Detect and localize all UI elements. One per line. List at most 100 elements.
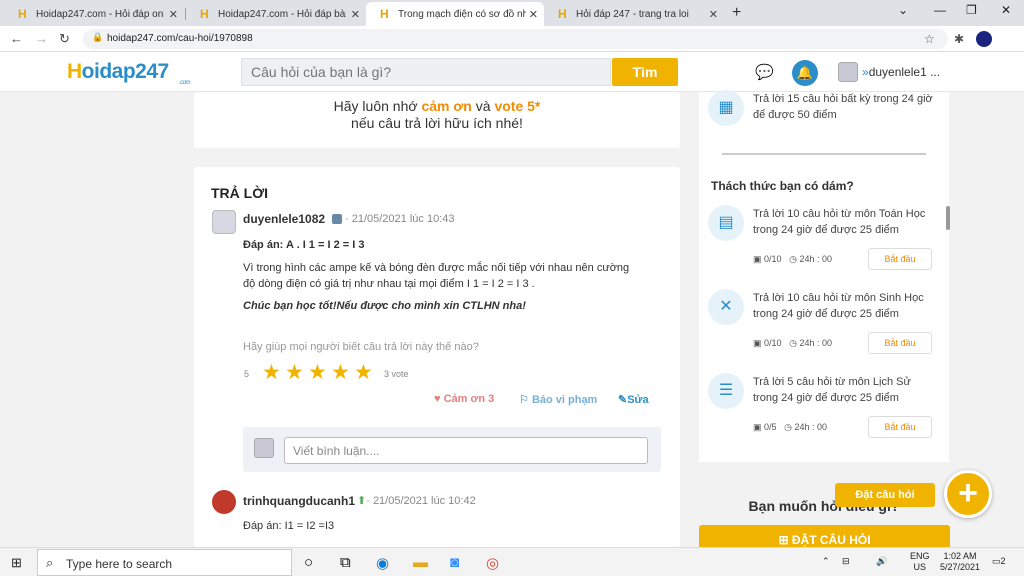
commenter-avatar — [254, 438, 274, 458]
answer-result: Đáp án: A . I 1 = I 2 = I 3 — [243, 239, 365, 251]
challenge-progress: ▣ 0/10 ◷ 24h : 00 — [753, 254, 832, 264]
address-toolbar: ← → ↻ 🔒 hoidap247.com/cau-hoi/1970898 ☆ … — [0, 26, 1024, 52]
answer-body-line-1: Vì trong hình các ampe kế và bóng đèn đư… — [243, 262, 630, 274]
chrome-icon[interactable]: ◎ — [486, 554, 499, 572]
back-icon[interactable]: ← — [10, 31, 23, 46]
profile-avatar[interactable] — [976, 31, 992, 47]
answer-body-line-2: độ dòng điện có giá trị như nhau tại mọi… — [243, 278, 535, 290]
notification-center-icon[interactable]: ▭2 — [992, 556, 1006, 567]
clipboard-icon: ▣ — [753, 338, 762, 348]
thanks-button[interactable]: ♥ Cảm ơn 3 — [434, 393, 494, 405]
star-icon[interactable]: ★ — [285, 362, 308, 384]
star-icon[interactable]: ★ — [308, 362, 331, 384]
rank-badge-icon: ⬆ — [357, 495, 367, 507]
start-challenge-button[interactable]: Bắt đầu — [868, 332, 932, 354]
star-icon[interactable]: ★ — [354, 362, 377, 384]
reminder-line-2: nếu câu trả lời hữu ích nhé! — [351, 115, 523, 131]
notification-bell-icon[interactable]: 🔔 — [792, 60, 818, 86]
clock-icon: ◷ — [789, 254, 797, 264]
search-icon: ⌕ — [46, 555, 54, 570]
dna-icon: ✕ — [708, 289, 744, 325]
file-explorer-icon[interactable]: ▬ — [413, 554, 428, 571]
float-add-button-icon[interactable]: + — [944, 470, 992, 518]
zoom-icon[interactable]: ◙ — [450, 554, 459, 571]
answer2-author-avatar[interactable] — [212, 490, 236, 514]
site-favicon-icon: H — [18, 7, 27, 21]
calculator-icon: ▤ — [708, 205, 744, 241]
tab-1[interactable]: H Hoidap247.com - Hỏi đáp online ✕ — [4, 2, 184, 26]
challenge-panel — [699, 92, 949, 462]
comment-input[interactable]: Viết bình luận.... — [284, 437, 648, 464]
windows-start-icon[interactable]: ⊞ — [11, 555, 22, 571]
tray-chevron-icon[interactable]: ⌃ — [822, 556, 830, 567]
close-tab-icon[interactable]: ✕ — [169, 8, 178, 21]
extensions-icon[interactable]: ✱ — [954, 32, 964, 46]
tab-search-icon[interactable]: ⌄ — [898, 3, 908, 17]
star-icon[interactable]: ★ — [262, 362, 285, 384]
clock-icon: ◷ — [784, 422, 792, 432]
flag-icon: ⚐ — [519, 394, 529, 406]
history-icon: ☰ — [708, 373, 744, 409]
taskbar-search[interactable]: ⌕ Type here to search — [37, 549, 292, 576]
rating-value: 5 — [244, 369, 250, 379]
tab-3-active[interactable]: H Trong mạch điện có sơ đồ như tr ✕ — [366, 2, 544, 26]
clock[interactable]: 1:02 AM 5/27/2021 — [940, 551, 980, 573]
close-tab-icon[interactable]: ✕ — [529, 8, 538, 21]
challenge-text: Trả lời 5 câu hỏi từ môn Lịch Sử trong 2… — [753, 376, 911, 404]
site-favicon-icon: H — [558, 7, 567, 21]
close-tab-icon[interactable]: ✕ — [351, 8, 360, 21]
cortana-icon[interactable]: ○ — [304, 554, 313, 571]
ask-question-button[interactable]: ⊞ ĐẶT CÂU HỎI — [699, 525, 950, 547]
add-question-icon: ⊞ — [778, 533, 789, 547]
start-challenge-button[interactable]: Bắt đầu — [868, 248, 932, 270]
tab-4[interactable]: H Hỏi đáp 247 - trang tra loi ✕ — [544, 2, 724, 26]
volume-icon[interactable]: 🔊 — [876, 556, 887, 567]
bookmark-star-icon[interactable]: ☆ — [924, 32, 935, 46]
url-field[interactable]: 🔒 hoidap247.com/cau-hoi/1970898 — [83, 29, 948, 49]
search-button[interactable]: Tìm — [612, 58, 678, 86]
maximize-icon[interactable]: ❐ — [966, 3, 977, 17]
answer2-result: Đáp án: I1 = I2 =I3 — [243, 520, 335, 532]
tab-2[interactable]: H Hoidap247.com - Hỏi đáp bài tập ✕ — [186, 2, 366, 26]
username-menu[interactable]: »duyenlele1 ... — [862, 65, 940, 79]
site-header: Hoidap247 .com Tìm 💬 🔔 »duyenlele1 ... — [0, 52, 1024, 92]
edge-icon[interactable]: ◉ — [376, 554, 389, 572]
answer-author-name[interactable]: duyenlele1082 — [243, 212, 325, 226]
lock-icon: 🔒 — [92, 32, 104, 42]
network-icon[interactable]: ⊟ — [842, 556, 850, 567]
close-window-icon[interactable]: ✕ — [1001, 3, 1011, 17]
task-grid-icon: ▦ — [708, 90, 744, 126]
challenge-progress: ▣ 0/5 ◷ 24h : 00 — [753, 422, 827, 432]
chevron-down-icon: » — [862, 65, 869, 79]
challenge-text: Trả lời 10 câu hỏi từ môn Sinh Học trong… — [753, 292, 924, 320]
start-challenge-button[interactable]: Bắt đầu — [868, 416, 932, 438]
float-ask-label[interactable]: Đặt câu hỏi — [835, 483, 935, 507]
heart-icon: ♥ — [434, 393, 441, 405]
rate-prompt: Hãy giúp mọi người biết câu trả lời này … — [243, 341, 479, 353]
answer-author-avatar[interactable] — [212, 210, 236, 234]
report-button[interactable]: ⚐ Báo vi phạm — [519, 393, 597, 406]
clipboard-icon: ▣ — [753, 254, 762, 264]
challenge-text: Trả lời 10 câu hỏi từ môn Toán Học trong… — [753, 208, 926, 236]
star-icon[interactable]: ★ — [331, 362, 354, 384]
forward-icon[interactable]: → — [35, 31, 48, 46]
new-tab-icon[interactable]: + — [732, 4, 741, 22]
reminder-line-1: Hãy luôn nhớ cảm ơn và vote 5* — [333, 98, 541, 114]
minimize-icon[interactable]: — — [934, 3, 946, 17]
language-indicator[interactable]: ENG US — [910, 551, 930, 573]
vote-count: 3 vote — [384, 369, 409, 379]
windows-taskbar: ⊞ ⌕ Type here to search ○ ⧉ ◉ ▬ ◙ ◎ ⌃ ⊟ … — [0, 547, 1024, 576]
question-search-input[interactable] — [241, 58, 611, 86]
panel-scrollbar[interactable] — [946, 206, 950, 230]
answer2-author-name[interactable]: trinhquangducanh1 — [243, 494, 355, 508]
edit-button[interactable]: ✎Sửa — [618, 393, 649, 406]
chat-icon[interactable]: 💬 — [755, 63, 774, 81]
task-view-icon[interactable]: ⧉ — [340, 554, 351, 571]
site-logo[interactable]: Hoidap247 .com — [67, 60, 191, 86]
rating-stars[interactable]: ★ ★ ★ ★ ★ — [262, 362, 377, 384]
reload-icon[interactable]: ↻ — [59, 31, 70, 47]
user-avatar[interactable] — [838, 62, 858, 82]
close-tab-icon[interactable]: ✕ — [709, 8, 718, 21]
clock-icon: ◷ — [789, 338, 797, 348]
top-task-text: Trả lời 15 câu hỏi bất kỳ trong 24 giờ đ… — [753, 93, 933, 121]
